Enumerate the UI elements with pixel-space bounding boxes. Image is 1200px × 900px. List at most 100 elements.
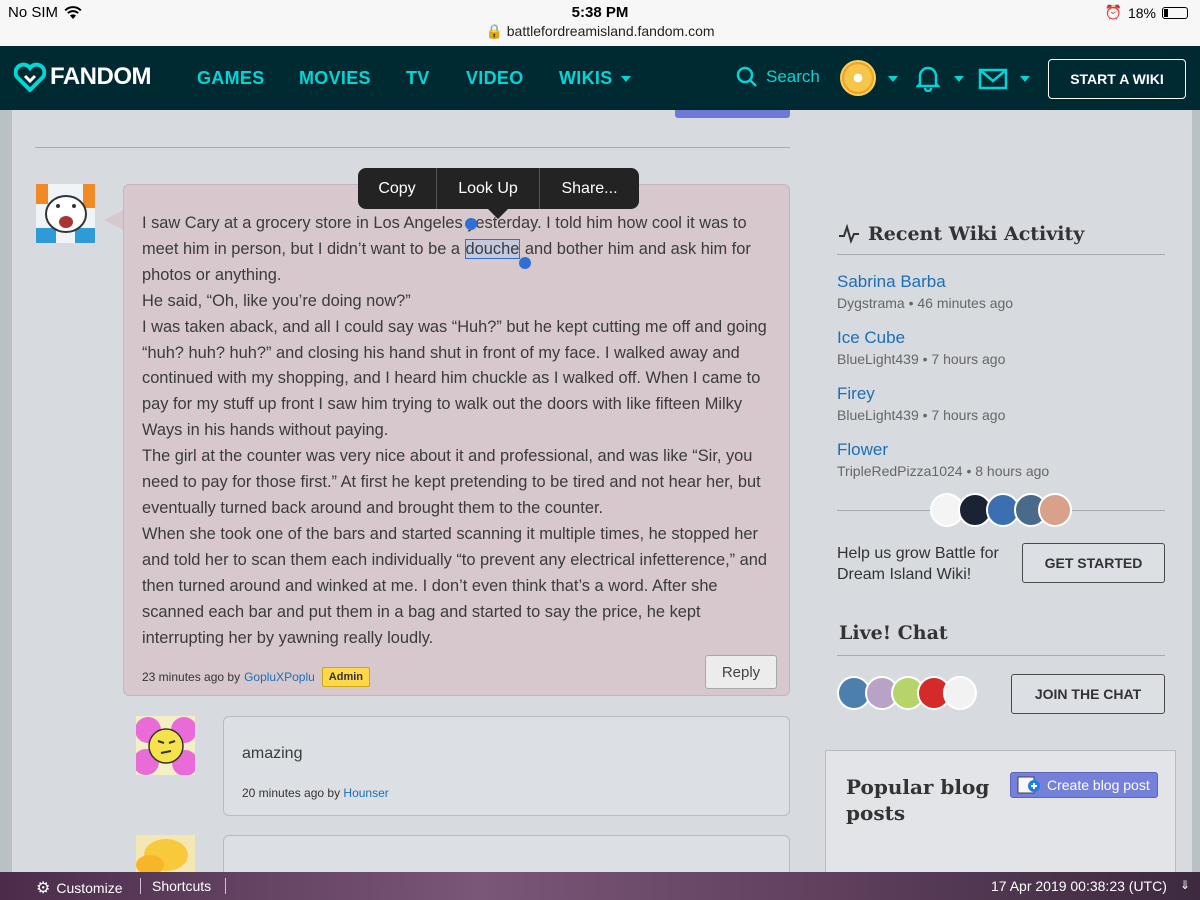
chat-user-avatar[interactable] [943, 676, 977, 710]
activity-meta: TripleRedPizza1024 • 8 hours ago [837, 463, 1050, 479]
divider [35, 147, 790, 148]
activity-page-link[interactable]: Firey [837, 384, 1005, 404]
comment-body[interactable]: I saw Cary at a grocery store in Los Ang… [142, 211, 782, 651]
reply-button[interactable]: Reply [705, 655, 777, 689]
customize-button[interactable]: ⚙ Customize [36, 878, 122, 898]
activity-meta: BlueLight439 • 7 hours ago [837, 407, 1006, 423]
nav-wikis[interactable]: WIKIS [559, 68, 631, 89]
chevron-down-icon[interactable] [1020, 76, 1030, 82]
fandom-header: FANDOM GAMES MOVIES TV VIDEO WIKIS Searc… [0, 46, 1200, 110]
search-button[interactable]: Search [736, 66, 820, 88]
chevron-down-icon[interactable]: ⇓ [1180, 878, 1190, 892]
divider [225, 878, 226, 894]
grow-wiki-text: Help us grow Battle for Dream Island Wik… [837, 545, 999, 583]
comment-paragraph: When she took one of the bars and starte… [142, 524, 768, 647]
reply-text: amazing [242, 745, 303, 762]
share-menu-item[interactable]: Share... [540, 168, 639, 209]
user-avatar[interactable] [840, 60, 876, 96]
comment-pointer [104, 210, 124, 230]
reply-meta: 20 minutes ago by Hounser [242, 786, 389, 800]
copy-menu-item[interactable]: Copy [358, 168, 437, 209]
clock: 5:38 PM [571, 4, 629, 21]
activity-page-link[interactable]: Ice Cube [837, 328, 1005, 348]
divider [837, 655, 1165, 656]
post-comment-button[interactable] [675, 110, 790, 118]
search-label: Search [766, 67, 820, 86]
popular-blog-title: Popular blog posts [846, 775, 990, 825]
reply-card: amazing 20 minutes ago by Hounser [223, 716, 790, 816]
comment-card: I saw Cary at a grocery store in Los Ang… [123, 184, 790, 696]
comment-time: 23 minutes ago by [142, 670, 241, 684]
live-chat-title: Live! Chat [839, 622, 948, 644]
comment-meta: 23 minutes ago by GopluXPoplu Admin [142, 667, 371, 687]
contributor-avatar[interactable] [1038, 493, 1072, 527]
wiki-toolbar: ⚙ Customize Shortcuts 17 Apr 2019 00:38:… [0, 872, 1200, 900]
nav-games[interactable]: GAMES [197, 68, 265, 89]
reply-author-link[interactable]: Hounser [343, 786, 388, 800]
customize-label: Customize [56, 880, 123, 896]
activity-item: Sabrina Barba Dygstrama • 46 minutes ago [837, 272, 1013, 311]
reply-time: 20 minutes ago by [242, 786, 341, 800]
battery-icon [1162, 6, 1188, 19]
activity-meta: Dygstrama • 46 minutes ago [837, 295, 1014, 311]
nav-tv[interactable]: TV [406, 68, 430, 89]
look-up-menu-item[interactable]: Look Up [437, 168, 540, 209]
recent-activity-title: Recent Wiki Activity [868, 223, 1085, 245]
activity-item: Flower TripleRedPizza1024 • 8 hours ago [837, 440, 1049, 479]
join-chat-button[interactable]: JOIN THE CHAT [1011, 674, 1165, 714]
activity-item: Firey BlueLight439 • 7 hours ago [837, 384, 1005, 423]
address-bar[interactable]: 🔒 battlefordreamisland.fandom.com [0, 23, 1200, 40]
fandom-logo-text: FANDOM [50, 63, 152, 90]
nav-video[interactable]: VIDEO [466, 68, 524, 89]
gear-icon: ⚙ [36, 880, 51, 897]
divider [140, 878, 141, 894]
activity-page-link[interactable]: Sabrina Barba [837, 272, 1013, 292]
divider [837, 254, 1165, 255]
selection-start-handle[interactable] [465, 218, 477, 230]
commenter-avatar-icon [36, 184, 95, 243]
comment-paragraph: I was taken aback, and all I could say w… [142, 317, 767, 440]
avatar[interactable] [36, 184, 95, 243]
flower-avatar-icon [136, 835, 195, 872]
server-datetime: 17 Apr 2019 00:38:23 (UTC) [991, 878, 1167, 894]
blog-add-icon [1017, 776, 1040, 794]
comment-author-link[interactable]: GopluXPoplu [244, 670, 315, 684]
text-context-menu: Copy Look Up Share... [358, 168, 639, 209]
status-bar: No SIM 5:38 PM 🔒 battlefordreamisland.fa… [0, 0, 1200, 46]
get-started-button[interactable]: GET STARTED [1022, 543, 1165, 583]
fandom-heart-icon [14, 62, 46, 92]
activity-icon [839, 224, 859, 244]
lock-icon: 🔒 [485, 23, 503, 39]
activity-item: Ice Cube BlueLight439 • 7 hours ago [837, 328, 1005, 367]
create-blog-post-button[interactable]: Create blog post [1010, 772, 1158, 798]
create-blog-label: Create blog post [1047, 777, 1150, 793]
comment-paragraph: The girl at the counter was very nice ab… [142, 447, 761, 517]
selection-end-handle[interactable] [519, 257, 531, 269]
nav-movies[interactable]: MOVIES [299, 68, 371, 89]
activity-page-link[interactable]: Flower [837, 440, 1049, 460]
battery-percent: 18% [1127, 4, 1156, 21]
battery-status: ⏰ 18% [1105, 4, 1188, 21]
alarm-icon: ⏰ [1104, 4, 1122, 20]
activity-meta: BlueLight439 • 7 hours ago [837, 351, 1006, 367]
bell-icon[interactable] [916, 64, 940, 92]
chevron-down-icon [620, 76, 631, 83]
reply-card [223, 835, 790, 872]
context-menu-pointer [488, 209, 508, 219]
comment-paragraph: I saw Cary at a grocery store in Los Ang… [142, 211, 782, 289]
nav-wikis-label: WIKIS [559, 68, 613, 88]
chevron-down-icon[interactable] [888, 76, 898, 82]
avatar[interactable] [136, 716, 195, 775]
shortcuts-button[interactable]: Shortcuts [152, 878, 211, 894]
admin-badge: Admin [321, 667, 371, 687]
fandom-logo[interactable]: FANDOM [14, 62, 152, 92]
selected-text[interactable]: douche [464, 238, 521, 259]
start-a-wiki-button[interactable]: START A WIKI [1048, 59, 1186, 99]
avatar[interactable] [136, 835, 195, 872]
chevron-down-icon[interactable] [954, 76, 964, 82]
flower-avatar-icon [136, 716, 195, 775]
mail-icon[interactable] [978, 68, 1008, 90]
url-text: battlefordreamisland.fandom.com [506, 23, 715, 39]
comment-paragraph: He said, “Oh, like you’re doing now?” [142, 291, 411, 310]
search-icon [736, 66, 757, 87]
